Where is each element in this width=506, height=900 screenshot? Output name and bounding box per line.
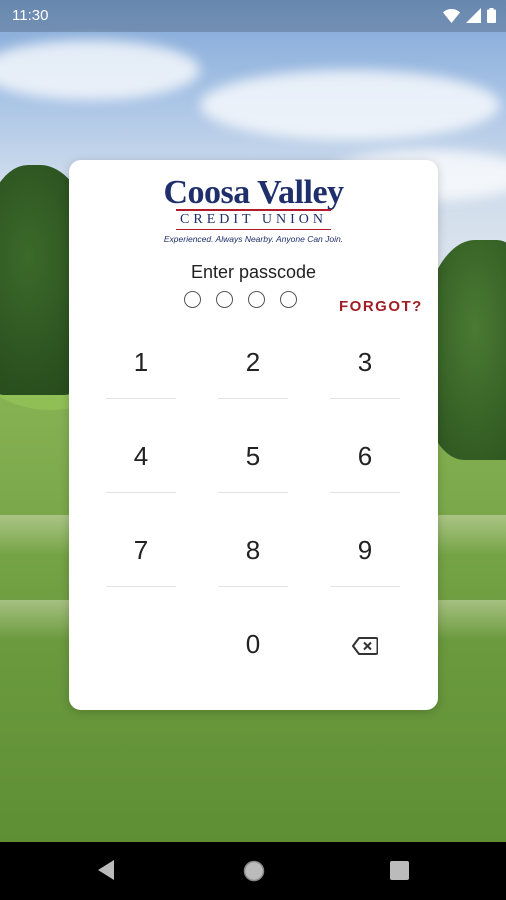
key-2[interactable]: 2 [218,332,288,392]
cloud [200,70,500,140]
key-5[interactable]: 5 [218,426,288,486]
status-bar: 11:30 [0,0,506,32]
status-time: 11:30 [12,7,49,24]
key-underline [330,398,400,399]
passcode-dot [280,291,297,308]
recents-icon[interactable] [390,861,409,885]
delete-button[interactable] [330,614,400,674]
forgot-passcode-link[interactable]: FORGOT? [339,298,423,315]
key-underline [106,398,176,399]
system-nav-bar [0,842,506,900]
passcode-dot [216,291,233,308]
key-6[interactable]: 6 [330,426,400,486]
passcode-card: Coosa Valley CREDIT UNION Experienced. A… [69,160,438,710]
signal-icon [466,8,481,27]
backspace-icon [352,616,379,676]
key-9[interactable]: 9 [330,520,400,580]
battery-icon [487,8,496,27]
key-8[interactable]: 8 [218,520,288,580]
passcode-dot [248,291,265,308]
key-underline [106,492,176,493]
wifi-icon [443,8,460,27]
passcode-dots [184,291,297,308]
key-underline [218,492,288,493]
back-icon[interactable] [96,859,116,886]
home-icon[interactable] [243,860,265,887]
key-underline [330,586,400,587]
key-3[interactable]: 3 [330,332,400,392]
credit-union-logo: Coosa Valley CREDIT UNION Experienced. A… [69,174,438,245]
key-7[interactable]: 7 [106,520,176,580]
key-underline [218,398,288,399]
key-underline [106,586,176,587]
key-underline [330,492,400,493]
logo-name: Coosa Valley [163,174,344,211]
key-1[interactable]: 1 [106,332,176,392]
passcode-prompt: Enter passcode [190,262,317,282]
key-4[interactable]: 4 [106,426,176,486]
status-icons [443,8,496,27]
key-0[interactable]: 0 [218,614,288,674]
key-underline [218,586,288,587]
passcode-dot [184,291,201,308]
logo-tagline: Experienced. Always Nearby. Anyone Can J… [163,234,344,244]
logo-subtitle: CREDIT UNION [176,209,331,230]
